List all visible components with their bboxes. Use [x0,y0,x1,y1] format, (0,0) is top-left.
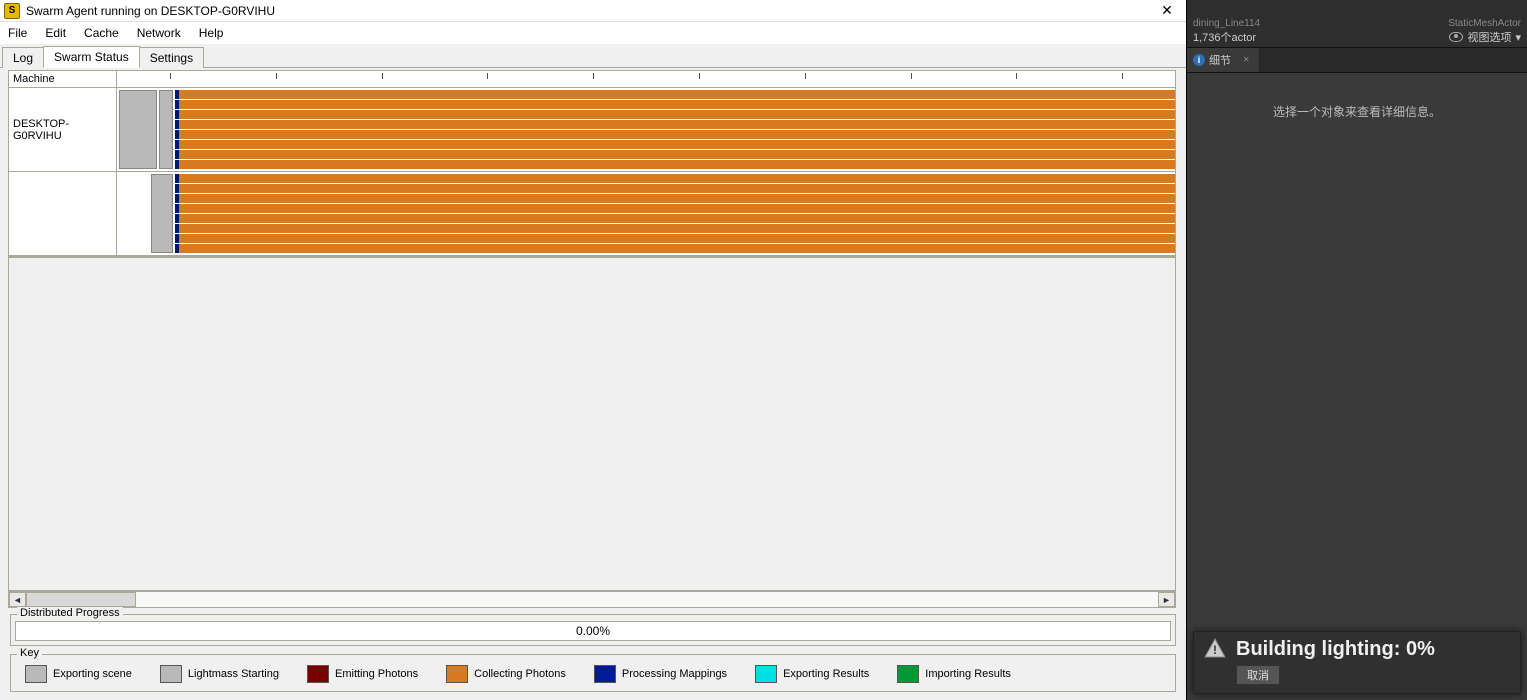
key-collecting-photons: Collecting Photons [446,665,566,683]
swatch-importing-results [897,665,919,683]
info-icon: i [1193,54,1205,66]
close-button[interactable]: ✕ [1152,1,1182,21]
key-exporting-scene: Exporting scene [25,665,132,683]
swatch-collecting-photons [446,665,468,683]
editor-side-panel: dining_Line114 StaticMeshActor 1,736个act… [1187,0,1527,700]
track-canvas-0[interactable] [117,88,1175,171]
key-lightmass-starting: Lightmass Starting [160,665,279,683]
segment-lightmass-starting [159,90,173,169]
key-items: Exporting scene Lightmass Starting Emitt… [15,661,1171,687]
tab-settings[interactable]: Settings [139,47,204,68]
scroll-left-arrow-icon[interactable]: ◄ [9,592,26,607]
progress-bar: 0.00% [15,621,1171,641]
progress-legend: Distributed Progress [17,607,123,619]
swatch-lightmass-starting [160,665,182,683]
details-empty-message: 选择一个对象来查看详细信息。 [1273,103,1441,120]
svg-text:!: ! [1213,643,1217,657]
menu-help[interactable]: Help [199,26,224,40]
outliner-last-row: dining_Line114 StaticMeshActor [1193,18,1521,29]
tab-details[interactable]: i 细节 × [1187,48,1260,72]
window-title: Swarm Agent running on DESKTOP-G0RVIHU [26,4,1152,18]
key-exporting-results: Exporting Results [755,665,869,683]
progress-fieldset: Distributed Progress 0.00% [10,614,1176,646]
view-options-button[interactable]: 视图选项 ▾ [1449,29,1521,45]
swatch-exporting-scene [25,665,47,683]
segment-exporting-scene [119,90,157,169]
status-body: Machine DESKTOP-G0RVIHU [0,68,1186,700]
scroll-right-arrow-icon[interactable]: ► [1158,592,1175,607]
timeline-area: Machine DESKTOP-G0RVIHU [0,68,1186,610]
outliner-footer: dining_Line114 StaticMeshActor 1,736个act… [1187,0,1527,48]
segment-collecting-photons [175,90,1175,169]
cancel-button[interactable]: 取消 [1236,665,1280,685]
toast-title: Building lighting: 0% [1236,638,1510,661]
tab-log[interactable]: Log [2,47,44,68]
app-icon: S [4,3,20,19]
menu-cache[interactable]: Cache [84,26,119,40]
details-tabbar: i 细节 × [1187,48,1527,73]
machine-column-header: Machine [9,71,117,87]
chevron-down-icon: ▾ [1515,31,1521,44]
titlebar: S Swarm Agent running on DESKTOP-G0RVIHU… [0,0,1186,22]
timeline-empty-area [8,257,1176,591]
track-row-1 [9,172,1175,256]
timeline-tracks: DESKTOP-G0RVIHU [8,88,1176,257]
menu-edit[interactable]: Edit [45,26,66,40]
menubar: File Edit Cache Network Help [0,22,1186,44]
key-fieldset: Key Exporting scene Lightmass Starting E… [10,654,1176,692]
track-canvas-1[interactable] [117,172,1175,255]
close-tab-icon[interactable]: × [1243,54,1249,66]
tabbar: Log Swarm Status Settings [0,44,1186,68]
scroll-thumb[interactable] [26,592,136,607]
details-body: 选择一个对象来查看详细信息。 [1187,73,1527,700]
key-importing-results: Importing Results [897,665,1011,683]
key-legend: Key [17,647,42,659]
h-scrollbar[interactable]: ◄ ► [8,591,1176,608]
segment-collecting-photons-1 [175,174,1175,253]
warning-icon: ! [1204,638,1226,658]
swatch-processing-mappings [594,665,616,683]
app-root: S Swarm Agent running on DESKTOP-G0RVIHU… [0,0,1527,700]
swatch-emitting-photons [307,665,329,683]
menu-file[interactable]: File [8,26,27,40]
tab-swarm-status[interactable]: Swarm Status [43,46,140,68]
timeline-header: Machine [8,70,1176,88]
progress-value: 0.00% [576,624,610,638]
actor-count: 1,736个actor [1193,29,1256,45]
track-row-0: DESKTOP-G0RVIHU [9,88,1175,172]
swarm-window: S Swarm Agent running on DESKTOP-G0RVIHU… [0,0,1187,700]
scroll-track[interactable] [26,592,1158,607]
menu-network[interactable]: Network [137,26,181,40]
segment-lightmass-starting-1 [151,174,173,253]
timeline-ticks [117,71,1175,87]
swatch-exporting-results [755,665,777,683]
machine-label-1 [9,172,117,255]
key-processing-mappings: Processing Mappings [594,665,727,683]
build-toast: ! Building lighting: 0% 取消 [1193,631,1521,694]
machine-label-0: DESKTOP-G0RVIHU [9,88,117,171]
eye-icon [1449,32,1463,42]
key-emitting-photons: Emitting Photons [307,665,418,683]
